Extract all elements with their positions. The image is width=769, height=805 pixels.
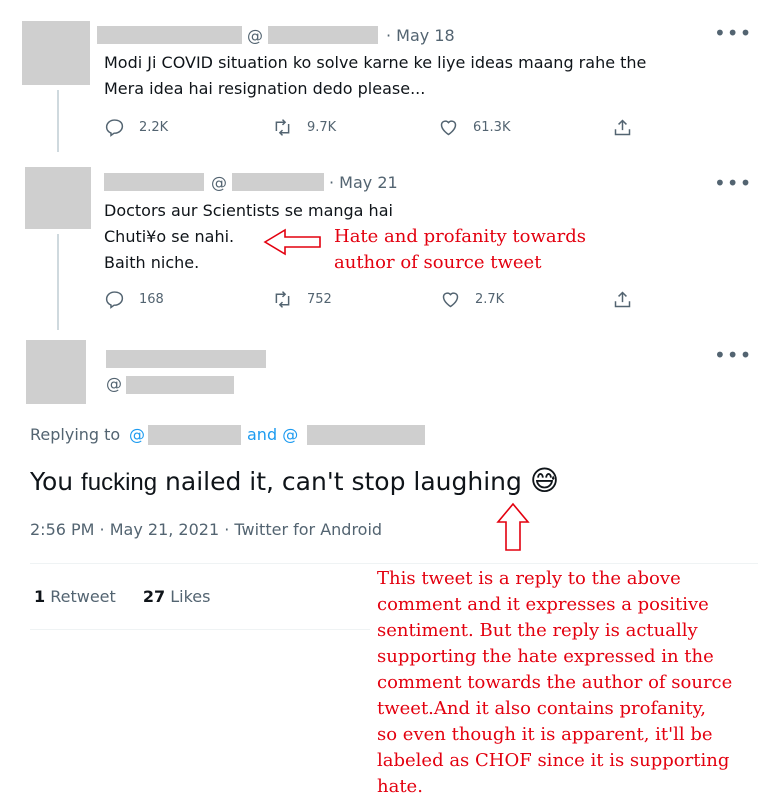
reply-action[interactable]: 168 xyxy=(104,289,164,310)
likes-stat[interactable]: 27 Likes xyxy=(143,587,211,606)
sweat-smile-emoji: 😅 xyxy=(529,464,560,497)
reply-icon xyxy=(105,119,124,137)
more-icon[interactable]: ••• xyxy=(714,345,752,365)
tweet-text: You fucking nailed it, can't stop laughi… xyxy=(30,464,559,497)
redacted-mention[interactable] xyxy=(148,425,241,445)
annotation-line: hate. xyxy=(377,776,423,797)
replying-to-label: Replying to xyxy=(30,425,121,444)
redacted-handle xyxy=(268,26,378,44)
retweet-stat[interactable]: 1 Retweet xyxy=(34,587,121,606)
handle-at: @ xyxy=(211,173,227,192)
redacted-display-name xyxy=(106,350,266,368)
heart-icon xyxy=(442,292,459,308)
retweet-icon xyxy=(275,291,290,308)
thread-line xyxy=(57,234,59,330)
likes-stat-label: Likes xyxy=(170,587,211,606)
heart-icon xyxy=(440,120,457,136)
annotation-line: so even though it is apparent, it'll be xyxy=(377,724,713,745)
thread-line xyxy=(57,90,59,152)
reply-count: 2.2K xyxy=(139,120,169,135)
redacted-handle xyxy=(126,376,234,394)
annotation-line: sentiment. But the reply is actually xyxy=(377,620,698,641)
handle-at: @ xyxy=(247,26,263,45)
retweet-action[interactable]: 752 xyxy=(272,289,332,310)
like-count: 2.7K xyxy=(475,292,505,307)
tweet-timestamp[interactable]: 2:56 PM · May 21, 2021 · Twitter for And… xyxy=(30,520,382,539)
up-arrow-icon xyxy=(496,502,530,551)
reply-action[interactable]: 2.2K xyxy=(104,117,168,138)
redacted-display-name xyxy=(97,26,242,44)
more-icon[interactable]: ••• xyxy=(714,173,752,193)
retweet-action[interactable]: 9.7K xyxy=(272,117,336,138)
annotation-line: This tweet is a reply to the above xyxy=(377,568,681,589)
more-icon[interactable]: ••• xyxy=(714,23,752,43)
annotation-line: comment towards the author of source xyxy=(377,672,733,693)
engagement-stats: 1 Retweet 27 Likes xyxy=(34,587,210,606)
avatar[interactable] xyxy=(25,167,91,229)
retweet-count: 9.7K xyxy=(307,120,337,135)
tweet-line: Modi Ji COVID situation ko solve karne k… xyxy=(104,53,647,72)
like-action[interactable]: 2.7K xyxy=(440,289,504,310)
annotation-line: Hate and profanity towards xyxy=(334,226,587,247)
redacted-display-name xyxy=(104,173,204,191)
avatar[interactable] xyxy=(22,21,90,85)
tweet-text: Modi Ji COVID situation ko solve karne k… xyxy=(104,50,646,102)
annotation-line: author of source tweet xyxy=(334,252,542,273)
like-count: 61.3K xyxy=(473,120,511,135)
share-icon xyxy=(614,291,631,308)
divider xyxy=(30,629,370,630)
profanity-word: fucking xyxy=(81,469,158,496)
likes-stat-count: 27 xyxy=(142,587,166,606)
tweet-line: Mera idea hai resignation dedo please... xyxy=(104,79,426,98)
annotation-reply-note: This tweet is a reply to the above comme… xyxy=(377,566,732,800)
redacted-handle xyxy=(232,173,324,191)
annotation-line: tweet.And it also contains profanity, xyxy=(377,698,706,719)
avatar[interactable] xyxy=(26,340,86,404)
handle-at: @ xyxy=(106,374,122,393)
retweet-icon xyxy=(275,119,290,136)
share-action[interactable] xyxy=(612,117,633,138)
reply-icon xyxy=(105,291,124,309)
annotation-line: comment and it expresses a positive xyxy=(377,594,709,615)
left-arrow-icon xyxy=(263,228,321,256)
replying-to-mention[interactable]: and @ xyxy=(247,425,298,444)
reply-count: 168 xyxy=(139,292,164,307)
share-action[interactable] xyxy=(612,289,633,310)
replying-to: Replying to xyxy=(30,425,120,444)
annotation-line: supporting the hate expressed in the xyxy=(377,646,714,667)
tweet-date[interactable]: · May 21 xyxy=(329,173,398,192)
tweet-line: Doctors aur Scientists se manga hai xyxy=(104,201,393,220)
like-action[interactable]: 61.3K xyxy=(438,117,510,138)
tweet-text-part: nailed it, can't stop laughing xyxy=(157,467,522,496)
retweet-stat-count: 1 xyxy=(34,587,46,606)
annotation-line: labeled as CHOF since it is supporting xyxy=(377,750,730,771)
tweet-date[interactable]: · May 18 xyxy=(386,26,455,45)
share-icon xyxy=(614,119,631,136)
annotation-hate-note: Hate and profanity towards author of sou… xyxy=(334,224,586,276)
divider xyxy=(30,563,758,564)
retweet-stat-label: Retweet xyxy=(50,587,116,606)
redacted-mention[interactable] xyxy=(307,425,425,445)
tweet-text-part: You xyxy=(30,467,82,496)
retweet-count: 752 xyxy=(307,292,332,307)
replying-to-mention[interactable]: @ xyxy=(129,425,145,444)
